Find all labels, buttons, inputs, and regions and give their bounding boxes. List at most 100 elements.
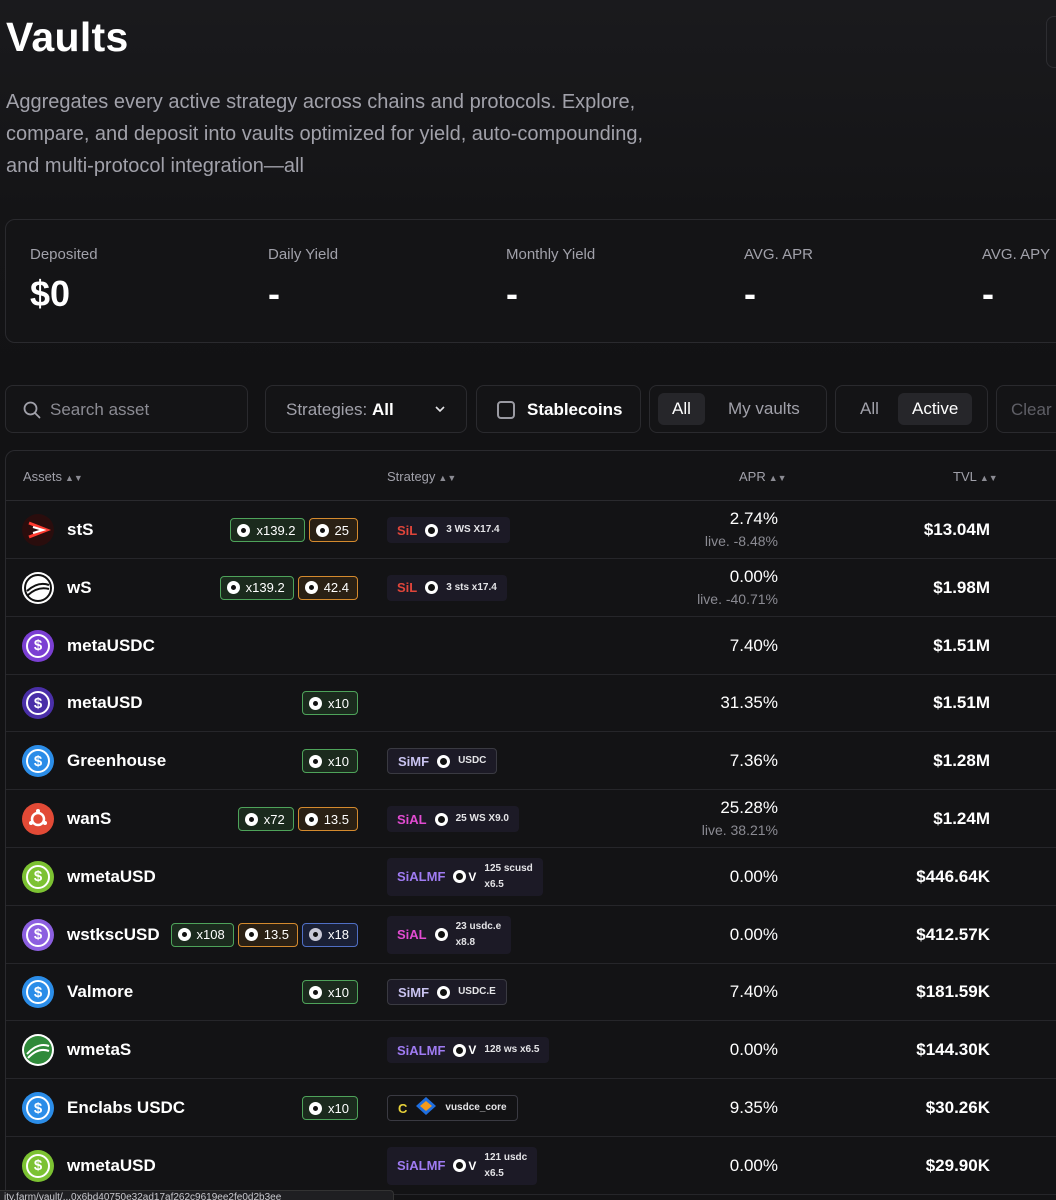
sonic-icon: [309, 696, 323, 710]
apr-cell: 0.00%: [730, 1040, 778, 1060]
reward-badges: x10: [302, 749, 358, 774]
reward-badge: x139.2: [230, 518, 305, 542]
vault-scope-switch: All My vaults: [649, 385, 827, 433]
tvl-value: $446.64K: [916, 866, 990, 886]
stablecoins-toggle[interactable]: Stablecoins: [476, 385, 641, 433]
clear-label: Clear: [1011, 400, 1052, 419]
protocol-icon: V: [468, 1043, 477, 1058]
strategy-description: USDC: [458, 755, 487, 767]
table-row[interactable]: $ wstkscUSD x108 13.5 x18 SiAL 23 usdc.e x8.8 0.…: [6, 906, 1056, 964]
strategy-tag: SiL: [397, 522, 418, 538]
table-row[interactable]: $ metaUSD x10 31.35% $1.51M: [6, 674, 1056, 733]
reward-badge-value: x139.2: [256, 522, 296, 538]
strategy-chip[interactable]: SiALMF V 121 usdc x6.5: [387, 1146, 538, 1185]
strategy-tag: SiAL: [397, 927, 427, 943]
scope-all-tab[interactable]: All: [658, 393, 705, 425]
reward-badge-value: 13.5: [263, 927, 290, 943]
table-row[interactable]: $ Greenhouse x10 SiMF USDC 7.36% $1.28M: [6, 732, 1056, 791]
status-all-tab[interactable]: All: [846, 393, 893, 425]
column-assets[interactable]: Assets ▲▼: [23, 469, 83, 484]
table-row[interactable]: wanS x72 13.5 SiAL 25 WS X9.0 25.28% live. 38.…: [6, 790, 1056, 848]
column-tvl[interactable]: TVL ▲▼: [953, 469, 998, 484]
apr-cell: 7.36%: [730, 751, 778, 771]
column-apr[interactable]: APR ▲▼: [739, 469, 787, 484]
table-row[interactable]: $ metaUSDC 7.40% $1.51M: [6, 617, 1056, 675]
strategies-dropdown[interactable]: Strategies: All: [265, 385, 467, 433]
tvl-value: $144.30K: [916, 1040, 990, 1060]
apr-cell: 0.00% live. -40.71%: [697, 567, 778, 607]
stat-deposited: Deposited $0: [30, 246, 98, 315]
reward-badge: x18: [302, 922, 358, 947]
reward-badge: 13.5: [237, 922, 299, 947]
protocol-icon: [434, 928, 448, 942]
chevron-down-icon: [435, 406, 445, 413]
apr-value: 7.36%: [729, 751, 778, 771]
strategy-tag: SiMF: [398, 984, 430, 1000]
reward-badges: x72 13.5: [237, 807, 358, 831]
strategy-chip[interactable]: SiMF USDC.E: [387, 979, 507, 1006]
tvl-value: $29.90K: [925, 1155, 990, 1175]
sonic-icon: [244, 812, 258, 826]
table-row[interactable]: $ wmetaUSD SiALMF V 125 scusd x6.5 0.00% $446.6…: [6, 848, 1056, 906]
asset-name: wmetaUSD: [67, 1155, 156, 1175]
reward-badge: x10: [302, 691, 358, 716]
strategy-chip[interactable]: SiL 3 WS X17.4: [387, 517, 510, 543]
table-header: Assets ▲▼ Strategy ▲▼ APR ▲▼ TVL ▲▼: [6, 451, 1056, 501]
reward-badge-value: x10: [328, 753, 349, 769]
reward-badge-value: x72: [263, 811, 285, 827]
strategy-chip[interactable]: SiMF USDC: [387, 748, 498, 775]
stat-avg-apy: AVG. APY -: [982, 246, 1050, 315]
strategy-tag: SiMF: [398, 753, 430, 769]
strategies-label: Strategies: All: [286, 400, 394, 419]
scope-my-vaults-tab[interactable]: My vaults: [714, 393, 814, 425]
strategy-description: 3 WS X17.4: [446, 524, 500, 535]
tvl-value: $1.98M: [933, 577, 990, 597]
reward-badge: 13.5: [297, 807, 358, 831]
wmetausd-logo: $: [22, 860, 54, 893]
stablecoins-checkbox[interactable]: [497, 401, 515, 419]
vault-status-switch: All Active: [835, 385, 988, 433]
tvl-value: $412.57K: [916, 924, 990, 944]
wans-logo: [22, 803, 54, 835]
metausd-logo: $: [22, 687, 54, 720]
stablecoins-label: Stablecoins: [527, 400, 623, 419]
asset-name: stS: [67, 520, 94, 539]
sonic-icon: [237, 523, 251, 537]
tvl-value: $181.59K: [916, 982, 990, 1002]
strategy-chip[interactable]: SiALMF V 128 ws x6.5: [387, 1037, 550, 1064]
search-input[interactable]: Search asset: [5, 385, 248, 433]
strategy-chip[interactable]: SiAL 25 WS X9.0: [387, 806, 519, 832]
table-row[interactable]: wmetaS SiALMF V 128 ws x6.5 0.00% $144.30K: [6, 1021, 1056, 1080]
asset-name: wstkscUSD: [67, 924, 160, 944]
apr-cell: 7.40%: [730, 636, 778, 656]
apr-cell: 0.00%: [730, 1156, 778, 1176]
strategy-chip[interactable]: Cvusdce_core: [387, 1095, 518, 1121]
table-row[interactable]: wS x139.2 42.4 SiL 3 sts x17.4 0.00% live. -40…: [6, 559, 1056, 617]
protocol-icon: V: [468, 1158, 477, 1173]
stat-label: AVG. APY: [982, 246, 1051, 263]
strategy-chip[interactable]: SiALMF V 125 scusd x6.5: [387, 857, 543, 896]
apr-value: 2.74%: [729, 509, 778, 528]
stats-panel: Deposited $0 Daily Yield - Monthly Yield…: [5, 219, 1056, 343]
strategy-description: 121 usdc x6.5: [484, 1151, 528, 1179]
stat-value: -: [982, 273, 994, 314]
apr-cell: 2.74% live. -8.48%: [705, 509, 778, 549]
protocol-icon: [453, 1159, 467, 1173]
clear-filters-button[interactable]: Clear: [996, 385, 1056, 433]
reward-badge-value: 42.4: [323, 580, 349, 596]
strategy-tag: SiALMF: [397, 1158, 446, 1174]
protocol-icon: [434, 812, 448, 826]
strategy-chip[interactable]: SiAL 23 usdc.e x8.8: [387, 915, 512, 954]
reward-badge-value: x10: [328, 984, 349, 1000]
sonic-icon: [309, 985, 323, 999]
table-row[interactable]: $ Valmore x10 SiMF USDC.E 7.40% $181.59K: [6, 963, 1056, 1022]
status-active-tab[interactable]: Active: [898, 393, 973, 425]
header-action-button[interactable]: [1046, 16, 1056, 68]
table-row[interactable]: $ Enclabs USDC x10 Cvusdce_core 9.35% $30.26K: [6, 1079, 1056, 1137]
column-strategy[interactable]: Strategy ▲▼: [387, 469, 456, 484]
table-row[interactable]: $ wmetaUSD SiALMF V 121 usdc x6.5 0.00% $29.90K: [6, 1137, 1056, 1195]
enclabs-logo: $: [22, 1092, 54, 1124]
table-row[interactable]: stS x139.2 25 SiL 3 WS X17.4 2.74% live. -8.48…: [6, 501, 1056, 559]
apr-value: 0.00%: [729, 1155, 778, 1175]
strategy-chip[interactable]: SiL 3 sts x17.4: [387, 574, 507, 601]
